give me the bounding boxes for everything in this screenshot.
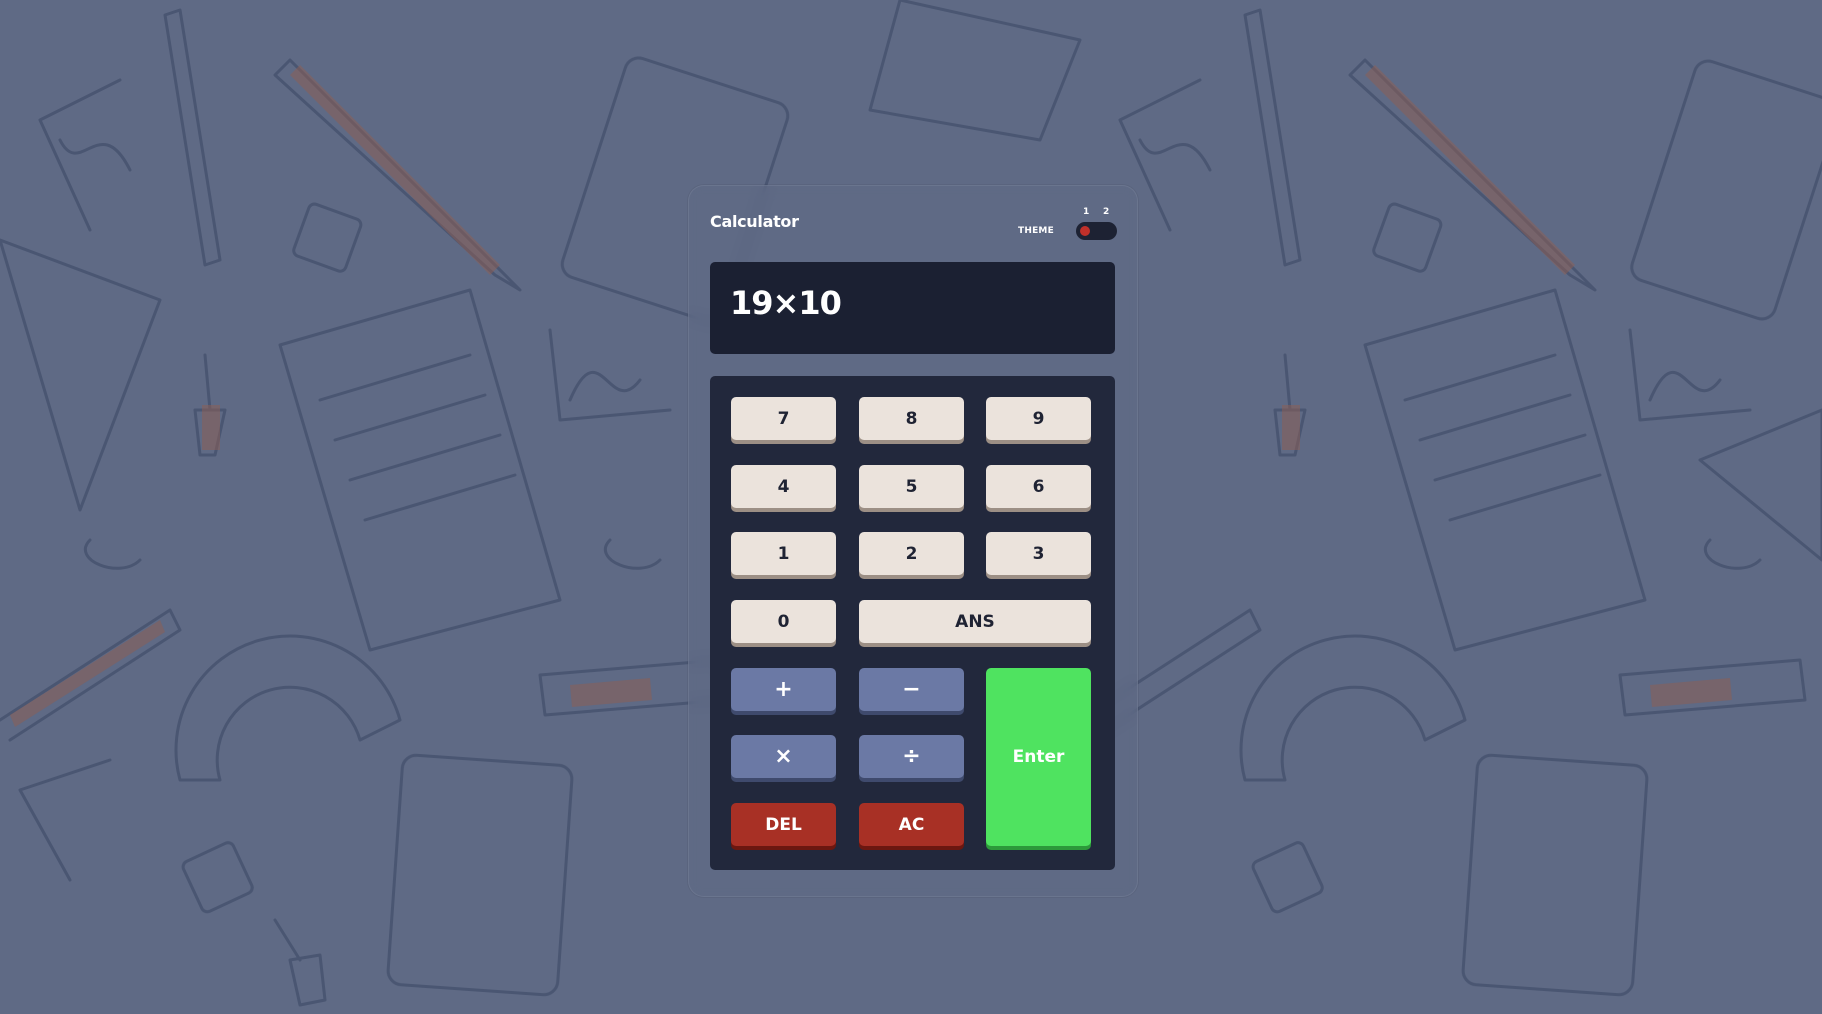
theme-label: THEME xyxy=(1018,226,1054,236)
calculator-display: 19×10 xyxy=(710,262,1115,354)
key-2[interactable]: 2 xyxy=(859,532,964,575)
ans-button[interactable]: ANS xyxy=(859,600,1091,643)
app-title: Calculator xyxy=(710,212,799,231)
key-3[interactable]: 3 xyxy=(986,532,1091,575)
key-4[interactable]: 4 xyxy=(731,465,836,508)
calculator-panel: Calculator THEME 1 2 19×10 7 8 9 4 5 6 1… xyxy=(688,185,1138,897)
key-0[interactable]: 0 xyxy=(731,600,836,643)
theme-option-2[interactable]: 2 xyxy=(1103,207,1109,217)
key-5[interactable]: 5 xyxy=(859,465,964,508)
del-button[interactable]: DEL xyxy=(731,803,836,846)
keypad: 7 8 9 4 5 6 1 2 3 0 ANS + − × ÷ DEL AC E… xyxy=(710,376,1115,870)
enter-button[interactable]: Enter xyxy=(986,668,1091,846)
theme-toggle[interactable] xyxy=(1076,222,1117,240)
key-7[interactable]: 7 xyxy=(731,397,836,440)
key-1[interactable]: 1 xyxy=(731,532,836,575)
multiply-button[interactable]: × xyxy=(731,735,836,778)
key-9[interactable]: 9 xyxy=(986,397,1091,440)
display-value: 19×10 xyxy=(730,284,842,322)
ac-button[interactable]: AC xyxy=(859,803,964,846)
theme-option-1[interactable]: 1 xyxy=(1083,207,1089,217)
key-6[interactable]: 6 xyxy=(986,465,1091,508)
theme-options: 1 2 xyxy=(1083,207,1123,219)
plus-button[interactable]: + xyxy=(731,668,836,711)
divide-button[interactable]: ÷ xyxy=(859,735,964,778)
minus-button[interactable]: − xyxy=(859,668,964,711)
key-8[interactable]: 8 xyxy=(859,397,964,440)
theme-toggle-knob xyxy=(1080,226,1090,236)
